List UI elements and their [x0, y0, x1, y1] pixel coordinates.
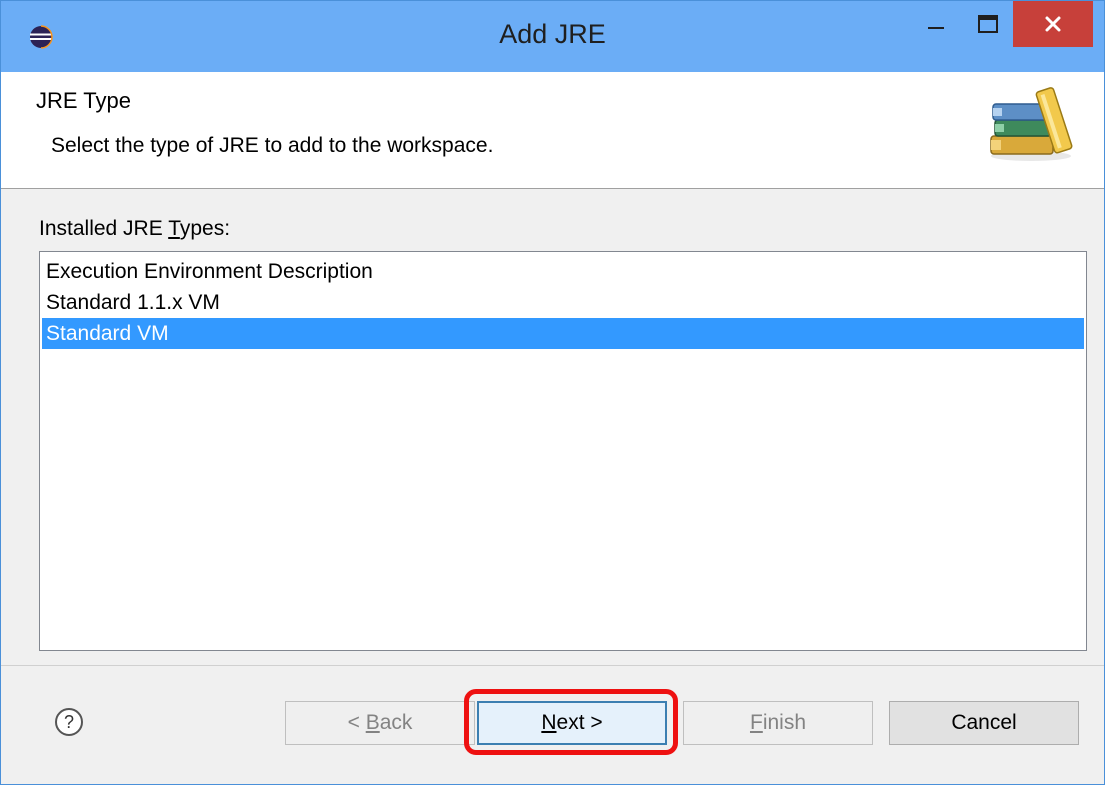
list-item-execution-environment[interactable]: Execution Environment Description	[42, 256, 1084, 287]
page-title: JRE Type	[36, 88, 131, 113]
close-icon	[1045, 16, 1061, 32]
jre-types-list[interactable]: Execution Environment Description Standa…	[39, 251, 1087, 651]
minimize-icon	[928, 27, 944, 29]
maximize-icon	[978, 15, 998, 33]
title-bar[interactable]: Add JRE	[1, 1, 1104, 73]
back-button[interactable]: < Back	[285, 701, 475, 745]
close-button[interactable]	[1013, 1, 1093, 47]
installed-jre-types-label: Installed JRE Types:	[39, 217, 231, 240]
wizard-header: JRE Type Select the type of JRE to add t…	[1, 72, 1104, 189]
page-description: Select the type of JRE to add to the wor…	[51, 134, 494, 157]
finish-button[interactable]: Finish	[683, 701, 873, 745]
next-button-highlight	[464, 689, 678, 755]
cancel-button[interactable]: Cancel	[889, 701, 1079, 745]
list-item-standard-vm[interactable]: Standard VM	[42, 318, 1084, 349]
books-icon	[990, 87, 1073, 161]
button-bar-separator	[1, 665, 1104, 666]
add-jre-dialog: Add JRE JRE Type Select the type of JRE …	[0, 0, 1105, 785]
list-item-standard-11x-vm[interactable]: Standard 1.1.x VM	[42, 287, 1084, 318]
maximize-button[interactable]	[967, 1, 1009, 47]
svg-text:?: ?	[64, 712, 74, 732]
minimize-button[interactable]	[915, 1, 957, 47]
help-icon[interactable]: ?	[54, 707, 84, 737]
